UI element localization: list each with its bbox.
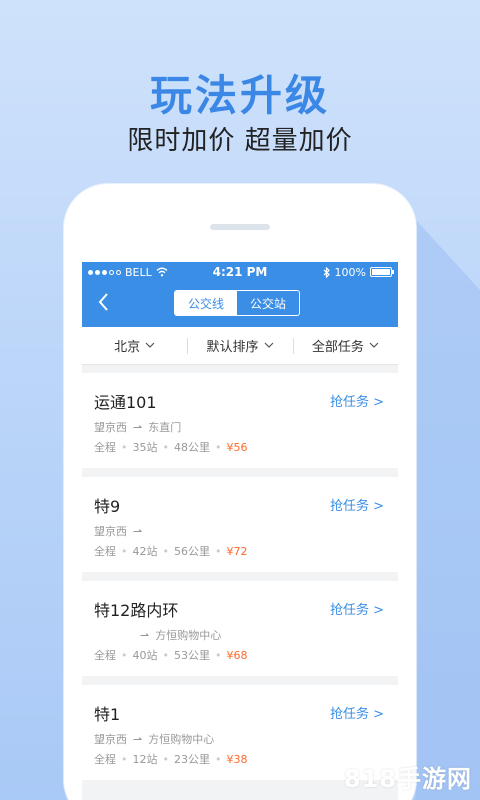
filter-label: 默认排序 (206, 340, 259, 355)
phone-speaker (210, 224, 270, 230)
arrow-right-icon: ⇀ (133, 420, 143, 434)
task-title: 特9 (94, 497, 121, 516)
filter-sort[interactable]: 默认排序 (187, 336, 292, 355)
task-title: 特1 (94, 705, 121, 724)
filter-label: 北京 (114, 340, 141, 355)
battery-percent: 100% (334, 265, 366, 279)
promo-subtitle: 限时加价 超量加价 (127, 126, 353, 156)
task-meta: 全程 • 42站 • 56公里 • ¥72 (94, 544, 248, 559)
task-scope: 全程 (94, 649, 116, 662)
task-route: 望京西 ⇀ 方恒购物中心 (94, 731, 214, 747)
chevron-down-icon (264, 342, 273, 348)
filter-label: 全部任务 (311, 340, 364, 355)
wifi-icon (156, 267, 168, 277)
tab-bus-line[interactable]: 公交线 (175, 291, 237, 315)
back-chevron-icon[interactable] (94, 290, 114, 314)
route-to: 方恒购物中心 (155, 629, 222, 642)
route-to: 东直门 (148, 421, 182, 434)
task-meta: 全程 • 40站 • 53公里 • ¥68 (94, 648, 248, 663)
task-scope: 全程 (94, 441, 116, 454)
task-distance: 53公里 (174, 649, 210, 662)
battery-icon (370, 267, 394, 277)
task-price: ¥56 (226, 440, 248, 454)
filter-city[interactable]: 北京 (82, 336, 187, 355)
grab-task-button[interactable]: 抢任务 > (330, 391, 384, 410)
promo-title: 玩法升级 (149, 71, 330, 120)
route-from: 望京西 (94, 733, 127, 746)
top-bar: BELL 4:21 PM 100% 公交线 公交站 (82, 262, 398, 327)
route-to: 方恒购物中心 (148, 733, 215, 746)
bluetooth-icon (323, 266, 330, 278)
filter-bar: 北京 默认排序 全部任务 (82, 327, 398, 365)
task-stops: 35站 (132, 441, 158, 454)
task-distance: 56公里 (174, 545, 210, 558)
grab-task-button[interactable]: 抢任务 > (330, 703, 384, 722)
filter-task-type[interactable]: 全部任务 (292, 336, 398, 355)
line-station-toggle: 公交线 公交站 (174, 290, 300, 316)
task-title: 特12路内环 (94, 601, 179, 620)
chevron-down-icon (369, 342, 379, 348)
arrow-right-icon: ⇀ (140, 628, 150, 642)
status-bar: BELL 4:21 PM 100% (82, 262, 398, 282)
route-from: 望京西 (94, 421, 127, 434)
task-price: ¥72 (226, 544, 248, 558)
task-route: 望京西 ⇀ (94, 523, 148, 539)
carrier-name: BELL (125, 265, 152, 279)
task-scope: 全程 (94, 545, 116, 558)
task-scope: 全程 (94, 753, 116, 766)
app-screen: BELL 4:21 PM 100% 公交线 公交站 北京 默认排序 全部任务 运… (82, 262, 398, 800)
task-distance: 23公里 (174, 753, 210, 766)
grab-task-button[interactable]: 抢任务 > (330, 495, 384, 514)
task-card: 特12路内环 抢任务 > ⇀ 方恒购物中心 全程 • 40站 • 53公里 • ¥68 (82, 581, 398, 676)
task-stops: 42站 (132, 545, 158, 558)
task-stops: 40站 (132, 649, 158, 662)
task-title: 运通101 (94, 393, 157, 412)
task-distance: 48公里 (174, 441, 210, 454)
status-time: 4:21 PM (212, 265, 268, 279)
route-from: 望京西 (94, 525, 127, 538)
tab-bus-station[interactable]: 公交站 (237, 291, 299, 315)
task-card: 运通101 抢任务 > 望京西 ⇀ 东直门 全程 • 35站 • 48公里 • ¥56 (82, 373, 398, 468)
task-route: 望京西 ⇀ 东直门 (94, 419, 181, 435)
arrow-right-icon: ⇀ (133, 524, 143, 538)
task-meta: 全程 • 12站 • 23公里 • ¥38 (94, 752, 248, 767)
grab-task-button[interactable]: 抢任务 > (330, 599, 384, 618)
arrow-right-icon: ⇀ (133, 732, 143, 746)
task-card: 特9 抢任务 > 望京西 ⇀ 全程 • 42站 • 56公里 • ¥72 (82, 477, 398, 572)
site-watermark: 818手游网 (343, 765, 472, 793)
task-list: 运通101 抢任务 > 望京西 ⇀ 东直门 全程 • 35站 • 48公里 • ¥56… (82, 365, 398, 780)
signal-icon (88, 269, 121, 275)
chevron-down-icon (145, 342, 155, 348)
task-meta: 全程 • 35站 • 48公里 • ¥56 (94, 440, 248, 455)
task-price: ¥68 (226, 648, 248, 662)
task-price: ¥38 (226, 752, 248, 766)
task-route: ⇀ 方恒购物中心 (94, 627, 221, 643)
task-stops: 12站 (132, 753, 158, 766)
nav-bar: 公交线 公交站 (82, 286, 398, 318)
